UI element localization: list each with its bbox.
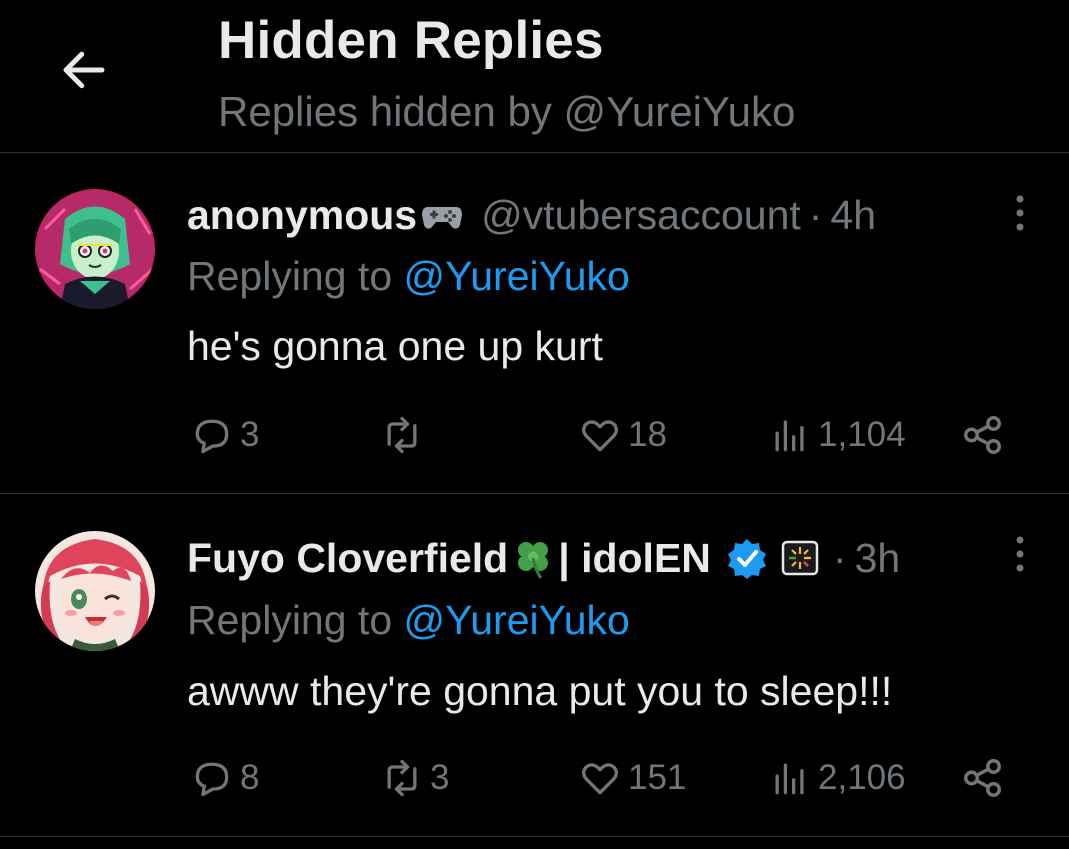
timestamp[interactable]: 3h — [855, 535, 901, 582]
avatar-image — [35, 531, 155, 651]
display-name-suffix[interactable]: | idolEN — [558, 535, 711, 582]
author-line: anonymous @vtubersaccount · 4h — [187, 185, 876, 245]
avatar-image — [35, 189, 155, 309]
top-header: Hidden Replies Replies hidden by @YureiY… — [0, 0, 1069, 153]
mention-link[interactable]: @YureiYuko — [404, 597, 630, 643]
retweet-count: 3 — [430, 758, 450, 797]
display-name[interactable]: Fuyo Cloverfield — [187, 535, 508, 582]
reply-item[interactable]: anonymous @vtubersaccount · 4h Replying … — [0, 153, 1069, 494]
replying-prefix: Replying to — [187, 253, 393, 299]
action-bar: 3 18 1,104 — [0, 405, 1069, 465]
retweet-icon — [387, 759, 417, 797]
avatar[interactable] — [35, 531, 155, 651]
reply-text: awww they're gonna put you to sleep!!! — [187, 668, 893, 714]
heart-icon — [582, 420, 618, 452]
affiliate-badge-icon — [778, 536, 822, 580]
share-icon — [964, 759, 1002, 797]
share-icon — [964, 416, 1002, 454]
timestamp[interactable]: 4h — [830, 192, 876, 239]
replying-to-line: Replying to @YureiYuko — [187, 597, 630, 644]
retweet-button[interactable]: 3 — [380, 748, 449, 808]
game-controller-icon — [420, 193, 464, 237]
retweet-icon — [387, 416, 417, 454]
arrow-left-icon — [63, 51, 105, 89]
views-button[interactable]: 2,106 — [768, 748, 906, 808]
reply-button[interactable]: 3 — [190, 405, 259, 465]
separator-dot: · — [808, 191, 823, 238]
more-options-button[interactable] — [1000, 524, 1040, 584]
like-count: 151 — [628, 758, 687, 797]
replying-to-line: Replying to @YureiYuko — [187, 253, 630, 300]
views-count: 1,104 — [818, 415, 906, 454]
reply-text: he's gonna one up kurt — [187, 323, 603, 369]
reply-button[interactable]: 8 — [190, 748, 259, 808]
author-line: Fuyo Cloverfield | idolEN · 3h — [187, 528, 900, 588]
more-vertical-icon — [1016, 195, 1024, 231]
share-button[interactable] — [960, 405, 1012, 465]
views-count: 2,106 — [818, 758, 906, 797]
like-button[interactable]: 18 — [578, 405, 667, 465]
separator-dot: · — [832, 534, 847, 581]
reply-bubble-icon — [195, 762, 229, 797]
four-leaf-clover-icon — [511, 536, 555, 580]
heart-icon — [582, 763, 618, 795]
views-bar-icon — [775, 420, 804, 452]
views-bar-icon — [775, 763, 804, 795]
reply-item[interactable]: Fuyo Cloverfield | idolEN · 3h Replying … — [0, 494, 1069, 837]
page-title: Hidden Replies — [218, 11, 604, 70]
retweet-button[interactable] — [380, 405, 430, 465]
action-bar: 8 3 151 2,106 — [0, 748, 1069, 808]
share-button[interactable] — [960, 748, 1012, 808]
mention-link[interactable]: @YureiYuko — [404, 253, 630, 299]
replying-prefix: Replying to — [187, 597, 393, 643]
reply-count: 3 — [240, 415, 260, 454]
hidden-replies-screen: Hidden Replies Replies hidden by @YureiY… — [0, 0, 1069, 849]
reply-count: 8 — [240, 758, 260, 797]
display-name[interactable]: anonymous — [187, 192, 417, 239]
like-count: 18 — [628, 415, 667, 454]
author-handle[interactable]: @vtubersaccount — [481, 192, 801, 239]
verified-badge-icon — [725, 536, 769, 580]
page-subtitle: Replies hidden by @YureiYuko — [218, 88, 796, 135]
views-button[interactable]: 1,104 — [768, 405, 906, 465]
more-vertical-icon — [1016, 536, 1024, 572]
like-button[interactable]: 151 — [578, 748, 686, 808]
back-button[interactable] — [52, 38, 116, 102]
avatar[interactable] — [35, 189, 155, 309]
more-options-button[interactable] — [1000, 183, 1040, 243]
reply-bubble-icon — [195, 419, 229, 454]
